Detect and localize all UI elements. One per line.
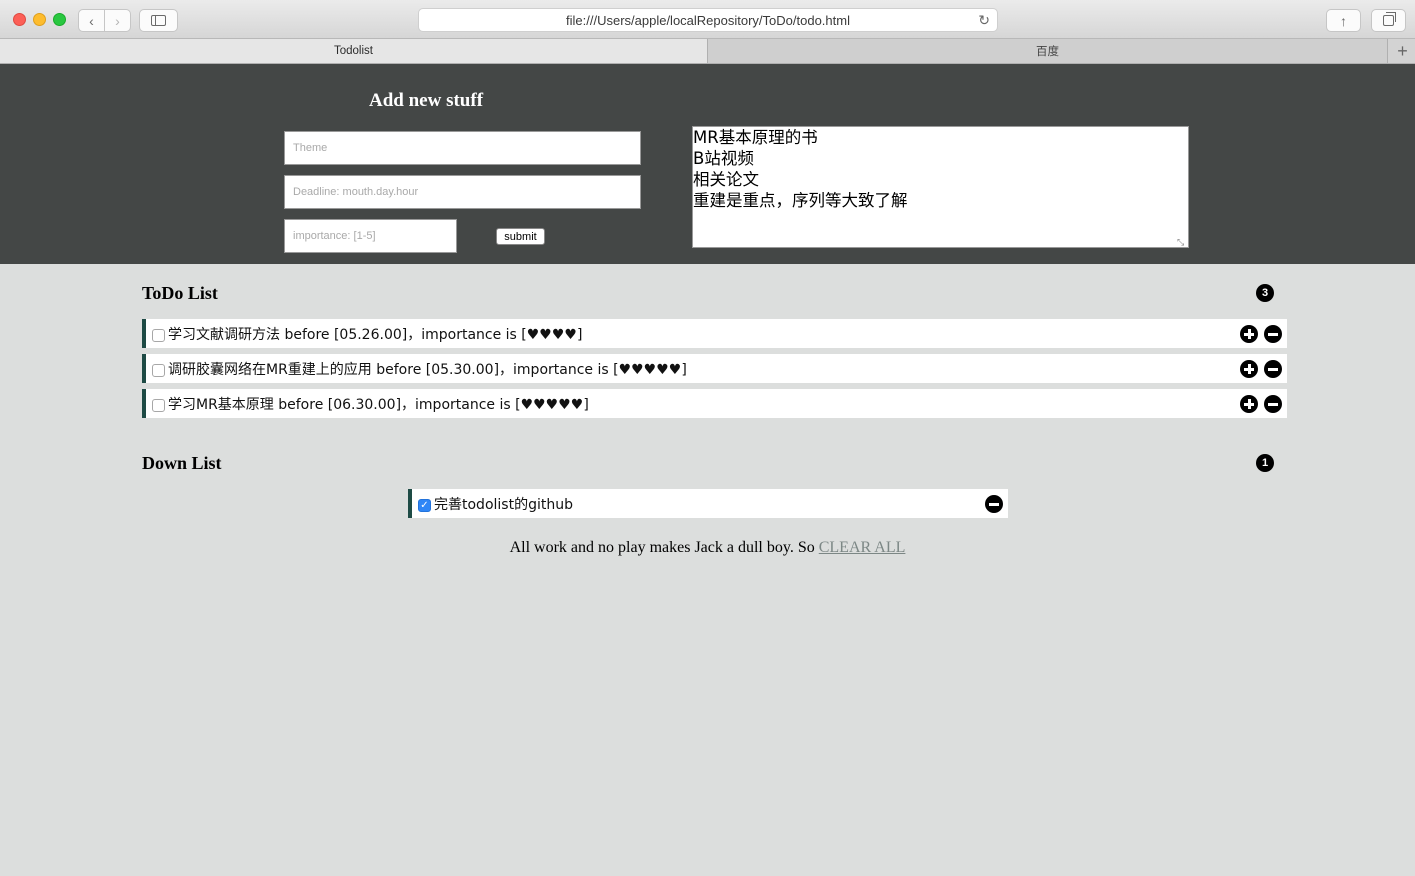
footer-message: All work and no play makes Jack a dull b… (0, 539, 1415, 557)
todo-item-text: 学习文献调研方法 before [05.26.00]，importance is… (168, 326, 583, 343)
close-window-button[interactable] (13, 13, 26, 26)
done-checkbox[interactable]: ✓ (418, 499, 431, 512)
plus-icon: + (1397, 40, 1408, 61)
show-tabs-button[interactable] (1371, 9, 1406, 32)
todo-checkbox[interactable] (152, 399, 165, 412)
todo-checkbox[interactable] (152, 329, 165, 342)
maximize-window-button[interactable] (53, 13, 66, 26)
done-count-badge: 1 (1256, 454, 1274, 472)
tab-baidu[interactable]: 百度 (708, 39, 1388, 63)
checkmark-icon: ✓ (420, 500, 429, 511)
todo-item-text: 学习MR基本原理 before [06.30.00]，importance is… (168, 396, 589, 413)
minimize-window-button[interactable] (33, 13, 46, 26)
url-text: file:///Users/apple/localRepository/ToDo… (566, 12, 850, 28)
tabs-icon (1383, 12, 1396, 26)
todo-item: 学习文献调研方法 before [05.26.00]，importance is… (142, 319, 1287, 348)
done-item-text: 完善todolist的github (434, 496, 573, 513)
todo-item: 学习MR基本原理 before [06.30.00]，importance is… (142, 389, 1287, 418)
todo-count-badge: 3 (1256, 284, 1274, 302)
notes-textarea[interactable] (692, 126, 1189, 248)
add-stuff-panel: Add new stuff submit ⤡ (0, 64, 1415, 264)
reload-icon[interactable]: ↻ (978, 12, 990, 29)
forward-button[interactable]: › (104, 9, 131, 32)
done-list-title: Down List (142, 453, 222, 473)
tab-label: Todolist (334, 45, 373, 57)
chevron-left-icon: ‹ (89, 12, 94, 29)
minus-icon[interactable] (985, 495, 1003, 513)
done-item: ✓ 完善todolist的github (408, 489, 1008, 518)
sidebar-icon (151, 15, 166, 26)
importance-input[interactable] (284, 219, 457, 253)
plus-icon[interactable] (1240, 325, 1258, 343)
clear-all-link[interactable]: CLEAR ALL (819, 539, 906, 556)
minus-icon[interactable] (1264, 360, 1282, 378)
todo-checkbox[interactable] (152, 364, 165, 377)
plus-icon[interactable] (1240, 395, 1258, 413)
share-icon: ↑ (1340, 12, 1347, 29)
form-title: Add new stuff (369, 90, 484, 111)
browser-toolbar: ‹ › file:///Users/apple/localRepository/… (0, 0, 1415, 39)
back-button[interactable]: ‹ (78, 9, 105, 32)
share-button[interactable]: ↑ (1326, 9, 1361, 32)
resize-grip-icon[interactable]: ⤡ (1177, 237, 1184, 248)
footer-text: All work and no play makes Jack a dull b… (509, 539, 819, 556)
sidebar-toggle-button[interactable] (139, 9, 178, 32)
address-bar[interactable]: file:///Users/apple/localRepository/ToDo… (418, 8, 998, 32)
todo-list-title: ToDo List (142, 283, 218, 303)
deadline-input[interactable] (284, 175, 641, 209)
todo-item-text: 调研胶囊网络在MR重建上的应用 before [05.30.00]，import… (168, 361, 687, 378)
tab-bar: Todolist 百度 + (0, 39, 1415, 64)
minus-icon[interactable] (1264, 325, 1282, 343)
minus-icon[interactable] (1264, 395, 1282, 413)
submit-button[interactable]: submit (496, 228, 545, 245)
theme-input[interactable] (284, 131, 641, 165)
tab-label: 百度 (1036, 46, 1059, 58)
todo-item: 调研胶囊网络在MR重建上的应用 before [05.30.00]，import… (142, 354, 1287, 383)
new-tab-button[interactable]: + (1390, 39, 1415, 63)
chevron-right-icon: › (115, 12, 120, 29)
plus-icon[interactable] (1240, 360, 1258, 378)
tab-todolist[interactable]: Todolist (0, 39, 708, 63)
